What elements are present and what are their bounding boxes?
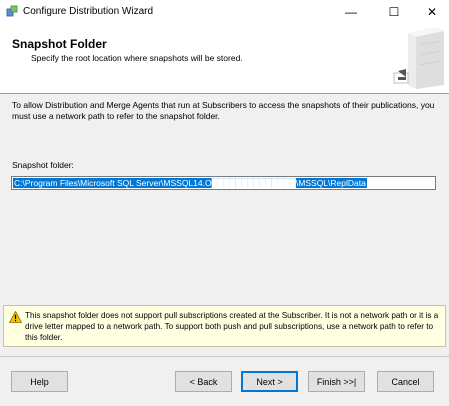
footer-separator [0,356,449,357]
finish-button[interactable]: Finish >>| [308,371,365,392]
help-button[interactable]: Help [11,371,68,392]
warning-panel: This snapshot folder does not support pu… [3,305,446,347]
maximize-button[interactable]: ☐ [377,0,411,23]
minimize-button[interactable]: — [334,0,368,23]
back-button[interactable]: < Back [175,371,232,392]
close-button[interactable]: ✕ [415,0,449,23]
intro-text: To allow Distribution and Merge Agents t… [12,100,435,121]
next-button[interactable]: Next > [241,371,298,392]
snapshot-folder-label: Snapshot folder: [12,160,74,170]
wizard-app-icon [6,5,18,17]
cancel-button[interactable]: Cancel [377,371,434,392]
warning-text: This snapshot folder does not support pu… [25,311,439,342]
snapshot-folder-input[interactable]: C:\Program Files\Microsoft SQL Server\MS… [11,176,436,190]
window-title: Configure Distribution Wizard [23,6,154,17]
page-title: Snapshot Folder [12,37,107,51]
warning-triangle-icon [9,311,22,323]
title-bar: Configure Distribution Wizard — ☐ ✕ [0,0,449,23]
page-subtitle: Specify the root location where snapshot… [31,53,243,63]
snapshot-folder-value: C:\Program Files\Microsoft SQL Server\MS… [13,178,367,188]
server-graphic-icon [393,27,444,89]
wizard-header: Snapshot Folder Specify the root locatio… [0,23,449,94]
